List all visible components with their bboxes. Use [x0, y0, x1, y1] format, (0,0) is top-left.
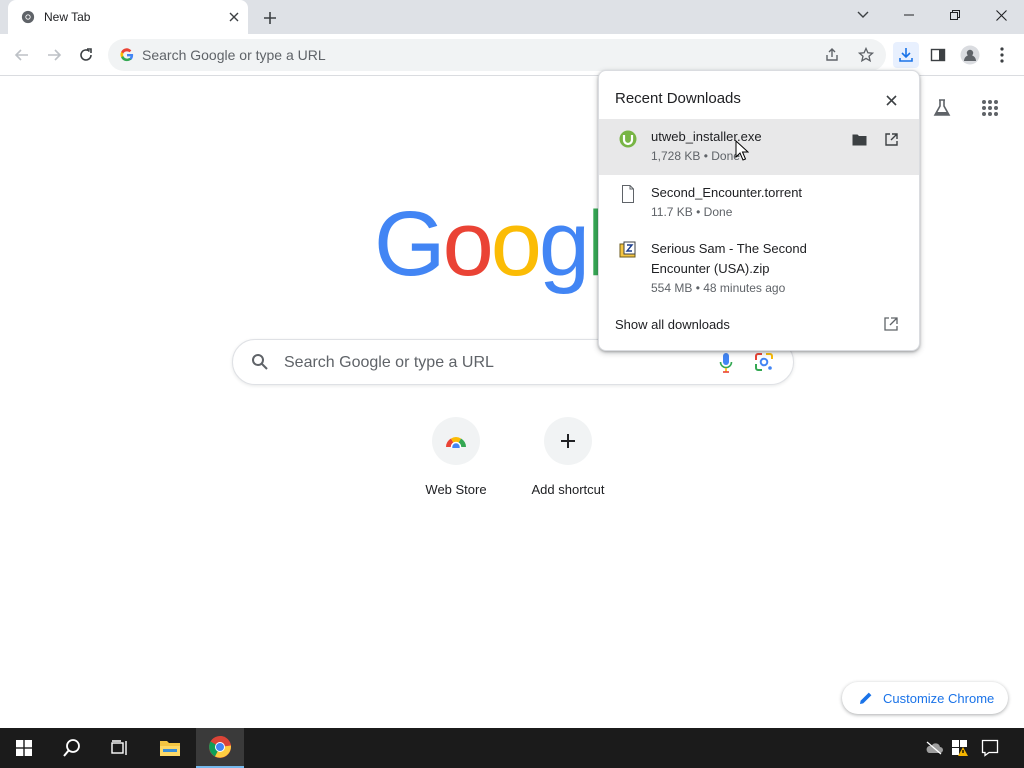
download-item[interactable]: Serious Sam - The Second Encounter (USA)… [599, 231, 919, 303]
search-icon [252, 354, 268, 370]
download-filename: utweb_installer.exe [651, 129, 762, 144]
windows-start-icon[interactable] [0, 728, 48, 768]
download-meta: 11.7 KB • Done [651, 205, 733, 219]
close-icon[interactable] [881, 90, 901, 110]
google-lens-icon[interactable] [754, 352, 774, 372]
minimize-button[interactable] [886, 0, 932, 30]
chrome-icon [21, 10, 35, 24]
omnibox-input[interactable] [142, 45, 782, 65]
taskbar-search-icon[interactable] [48, 728, 96, 768]
web-store-icon [432, 417, 480, 465]
labs-flask-icon[interactable] [930, 96, 954, 120]
download-item[interactable]: Second_Encounter.torrent 11.7 KB • Done [599, 175, 919, 231]
downloads-title: Recent Downloads [615, 90, 741, 107]
side-panel-icon[interactable] [926, 43, 950, 67]
file-explorer-icon[interactable] [146, 728, 194, 768]
google-logo: Googl [374, 193, 608, 295]
tab-title: New Tab [44, 10, 91, 24]
new-tab-button[interactable] [260, 8, 280, 28]
onedrive-offline-icon[interactable] [924, 738, 944, 758]
voice-search-mic-icon[interactable] [719, 352, 733, 374]
google-g-icon [120, 48, 134, 62]
forward-button[interactable] [42, 43, 66, 67]
logo-letter: o [442, 193, 494, 295]
customize-chrome-button[interactable]: Customize Chrome [842, 682, 1008, 714]
shortcut-add[interactable]: Add shortcut [513, 414, 623, 504]
task-view-icon[interactable] [96, 728, 144, 768]
share-icon[interactable] [822, 45, 842, 65]
download-filename: Serious Sam - The Second Encounter (USA)… [651, 241, 807, 276]
customize-chrome-label: Customize Chrome [883, 690, 995, 706]
profile-avatar-icon[interactable] [958, 43, 982, 67]
show-in-folder-icon[interactable] [849, 129, 869, 149]
action-center-notification-icon[interactable] [980, 738, 1000, 758]
downloads-button[interactable] [893, 42, 919, 68]
shortcut-label: Web Store [425, 482, 487, 497]
tab-search-button[interactable] [840, 0, 886, 30]
apps-grid-icon[interactable] [978, 96, 1002, 120]
shortcut-label: Add shortcut [531, 482, 605, 497]
windows-taskbar [0, 728, 1024, 768]
logo-letter: o [490, 193, 542, 295]
download-meta: 554 MB • 48 minutes ago [651, 281, 786, 295]
back-button[interactable] [10, 43, 34, 67]
download-meta: 1,728 KB • Done [651, 149, 740, 163]
restore-button[interactable] [932, 0, 978, 30]
close-window-button[interactable] [978, 0, 1024, 30]
reload-button[interactable] [74, 43, 98, 67]
menu-kebab-icon[interactable] [990, 43, 1014, 67]
zip-archive-icon [619, 241, 636, 258]
utorrent-icon [619, 130, 637, 148]
file-document-icon [622, 185, 634, 203]
download-item[interactable]: utweb_installer.exe 1,728 KB • Done [599, 119, 919, 175]
download-filename: Second_Encounter.torrent [651, 185, 803, 200]
shortcut-web-store[interactable]: Web Store [401, 414, 511, 504]
open-external-icon[interactable] [883, 316, 899, 332]
chrome-taskbar-icon[interactable] [196, 728, 244, 768]
omnibox[interactable] [108, 39, 886, 71]
bookmark-star-icon[interactable] [856, 45, 876, 65]
pencil-icon [859, 690, 875, 706]
logo-letter: G [374, 193, 446, 295]
tab-new-tab[interactable]: New Tab [8, 0, 248, 34]
ntp-search-input[interactable] [284, 353, 704, 373]
logo-letter: g [538, 193, 590, 295]
tab-close-icon[interactable] [226, 9, 242, 25]
security-warning-shield-icon[interactable] [950, 738, 970, 758]
show-all-downloads-link[interactable]: Show all downloads [615, 317, 730, 332]
mouse-cursor-icon [735, 140, 749, 161]
add-plus-icon [544, 417, 592, 465]
downloads-bubble: Recent Downloads utweb_installer.exe 1,7… [598, 70, 920, 351]
open-external-icon[interactable] [881, 129, 901, 149]
tab-strip: New Tab [0, 0, 1024, 34]
